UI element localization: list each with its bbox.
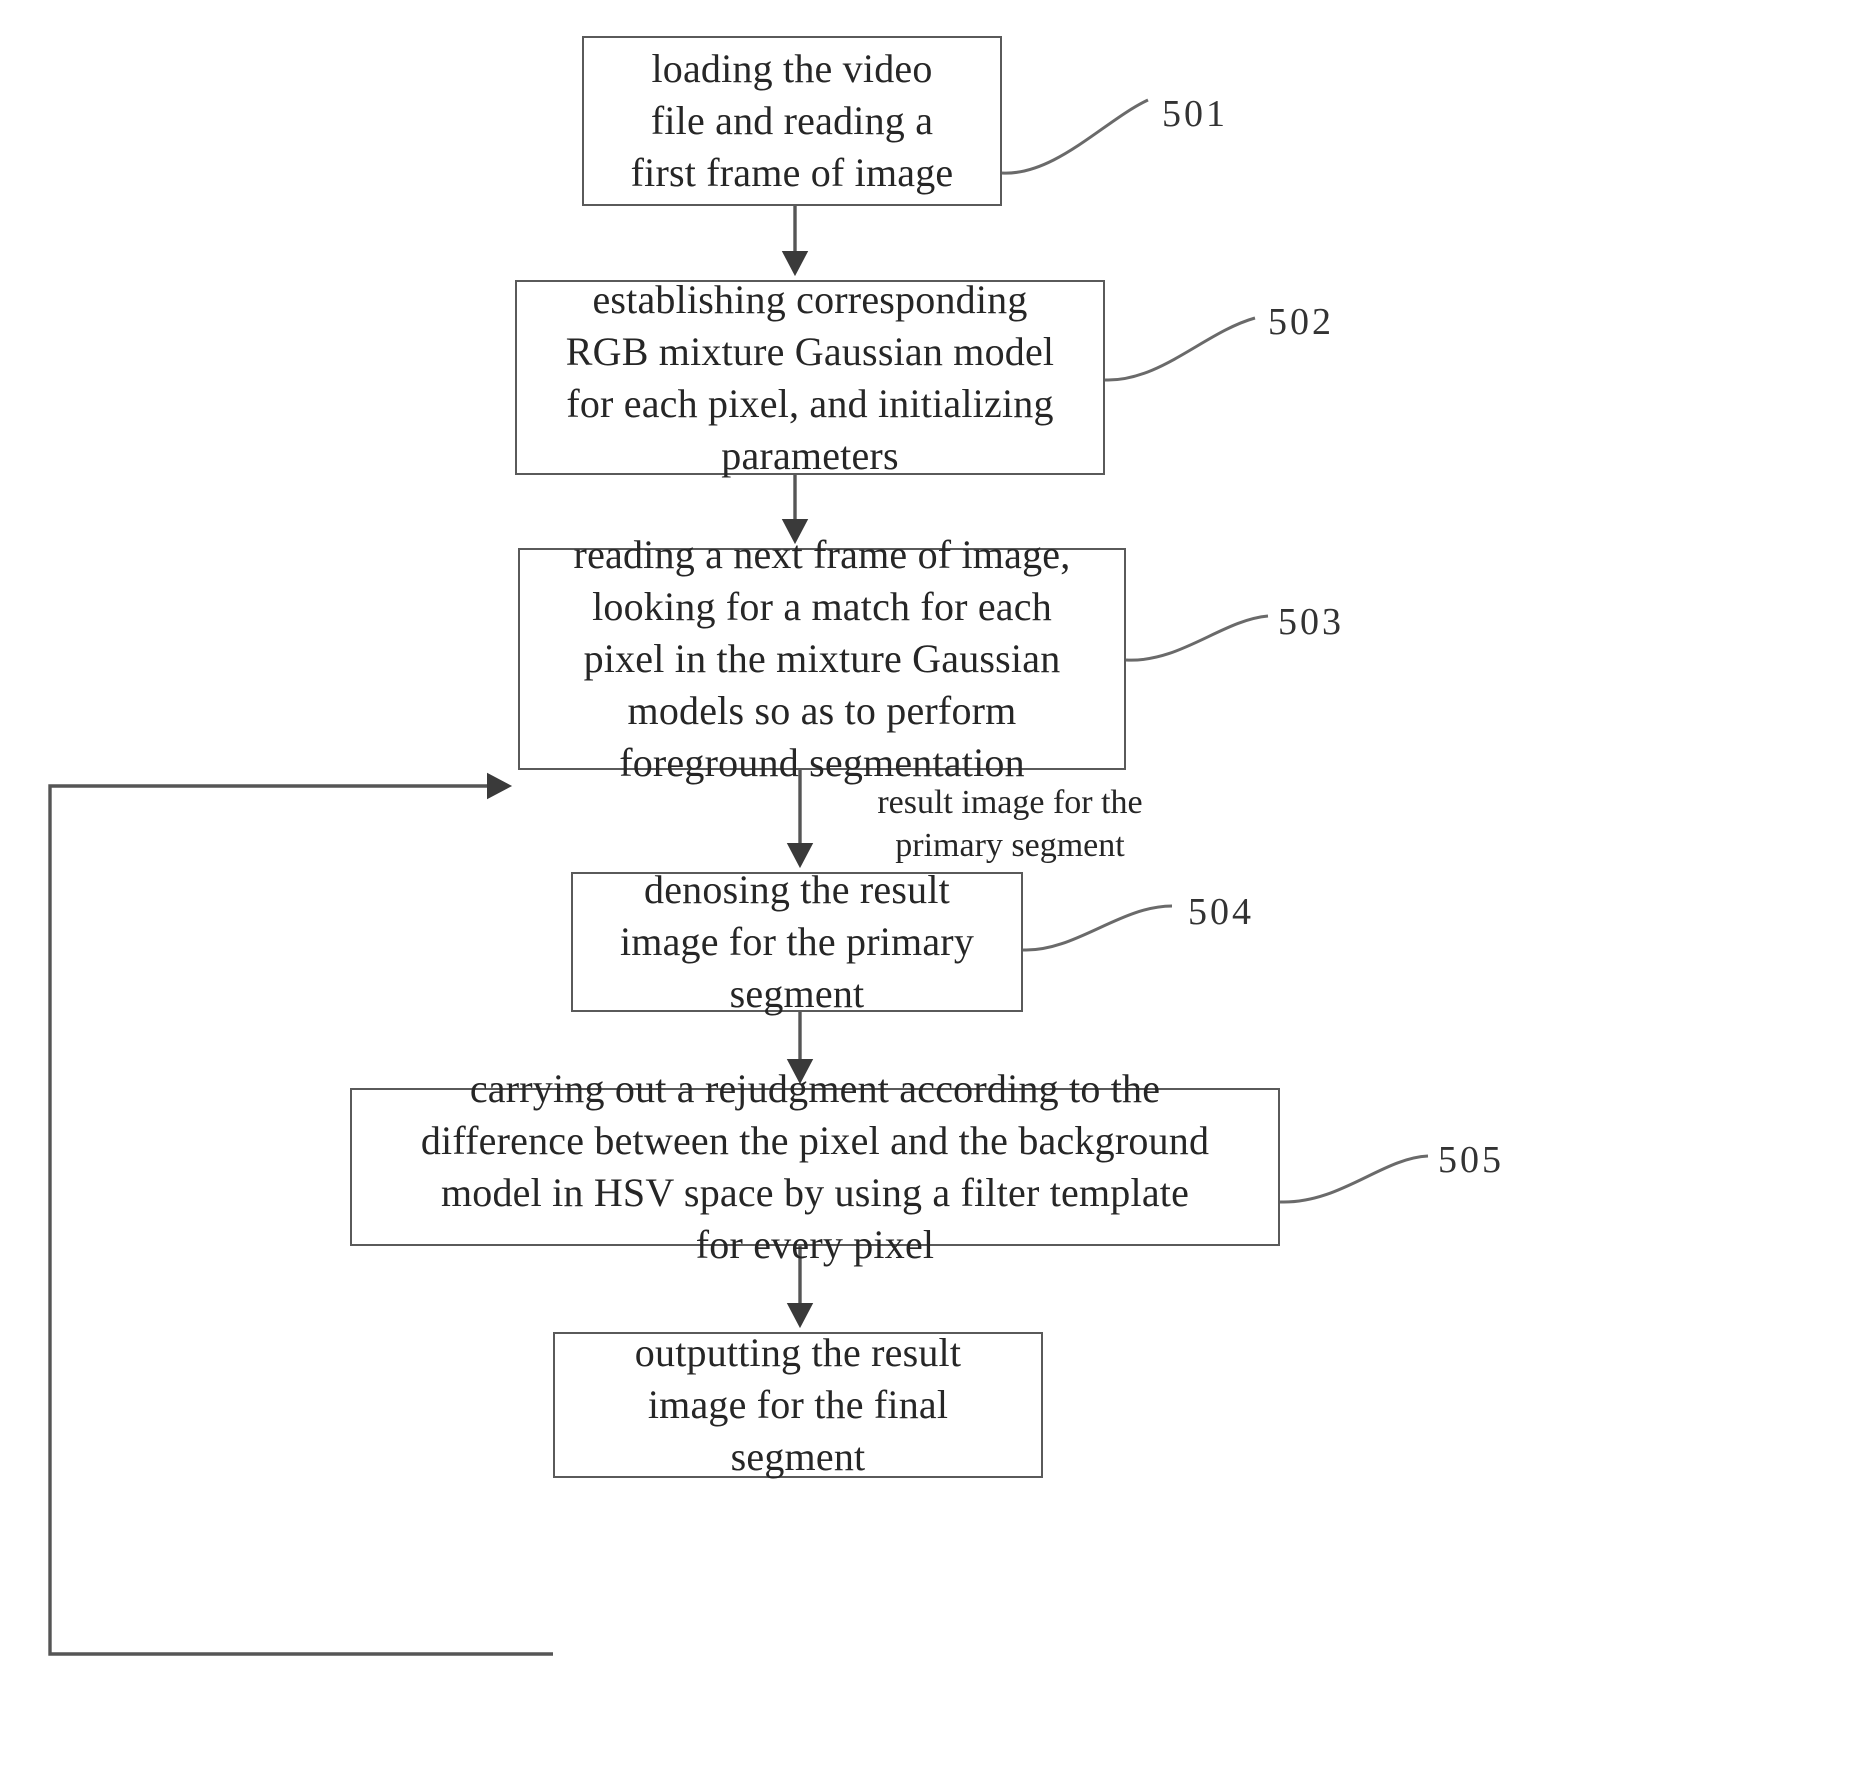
process-box-506-output: outputting the result image for the fina… [553,1330,1043,1479]
leader-line-503 [1125,614,1269,662]
flowchart-canvas: loading the video file and reading a fir… [0,0,1867,1782]
step-reference-502: 502 [1268,301,1334,343]
process-box-501: loading the video file and reading a fir… [582,36,1002,206]
process-box-505-text: carrying out a rejudgment according to t… [420,1066,1210,1267]
step-reference-505: 505 [1438,1139,1504,1181]
process-box-501-text: loading the video file and reading a fir… [630,46,954,195]
process-box-503-text: reading a next frame of image, looking f… [573,532,1071,785]
process-box-502-text: establishing corresponding RGB mixture G… [565,276,1055,478]
step-reference-504: 504 [1188,891,1254,933]
leader-line-501 [1001,98,1149,175]
process-box-502: establishing corresponding RGB mixture G… [515,277,1105,478]
process-box-503: reading a next frame of image, looking f… [518,532,1126,785]
process-box-505: carrying out a rejudgment according to t… [350,1066,1280,1267]
step-reference-501: 501 [1162,93,1228,135]
edge-label-primary-segment: result image for the primary segment [877,784,1143,864]
process-box-504: denosing the result image for the primar… [571,867,1023,1016]
step-reference-503: 503 [1278,601,1344,643]
process-box-506-text: outputting the result image for the fina… [634,1330,962,1479]
process-box-504-text: denosing the result image for the primar… [619,867,975,1016]
leader-line-505 [1279,1154,1429,1204]
leader-line-504 [1022,904,1173,952]
leader-line-502 [1104,316,1256,382]
